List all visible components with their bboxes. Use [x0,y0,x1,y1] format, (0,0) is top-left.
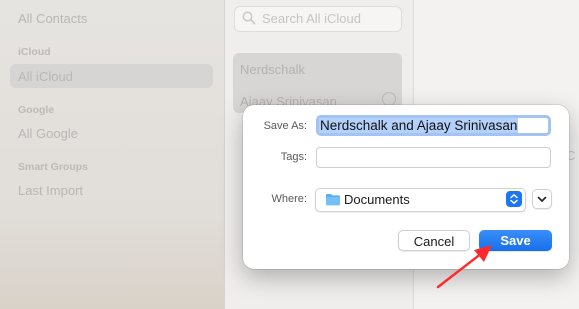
expand-button[interactable] [532,189,552,209]
save-as-field[interactable]: Nerdschalk and Ajaay Srinivasan [316,115,551,136]
tags-label: Tags: [280,151,307,163]
sidebar-item-all-contacts[interactable]: All Contacts [18,11,87,26]
folder-icon [325,193,341,211]
sidebar: All Contacts iCloud All iCloud Google Al… [0,0,225,309]
arrow-annotation [436,245,492,289]
contact-name[interactable]: Nerdschalk [240,62,305,77]
updown-chevron-icon [506,191,522,207]
chevron-down-icon [537,196,547,202]
tags-field[interactable] [316,147,551,168]
info-icon [382,92,396,106]
selected-contacts[interactable]: Nerdschalk Ajaay Srinivasan [233,53,402,113]
sidebar-item-last-import[interactable]: Last Import [18,183,83,198]
sidebar-item-all-google[interactable]: All Google [18,126,78,141]
where-label: Where: [271,193,307,205]
save-dialog: Save As: Nerdschalk and Ajaay Srinivasan… [243,105,569,269]
sidebar-header-icloud: iCloud [18,46,51,58]
sidebar-header-google: Google [18,104,55,116]
search-input[interactable]: Search All iCloud [234,6,402,32]
search-placeholder: Search All iCloud [262,11,361,26]
search-icon [242,11,256,30]
where-popup[interactable]: Documents [315,188,526,212]
sidebar-header-smart-groups: Smart Groups [18,161,89,173]
save-as-label: Save As: [263,120,307,132]
sidebar-item-all-icloud[interactable]: All iCloud [18,69,73,84]
save-as-value[interactable]: Nerdschalk and Ajaay Srinivasan [319,118,519,133]
where-value: Documents [344,192,410,207]
